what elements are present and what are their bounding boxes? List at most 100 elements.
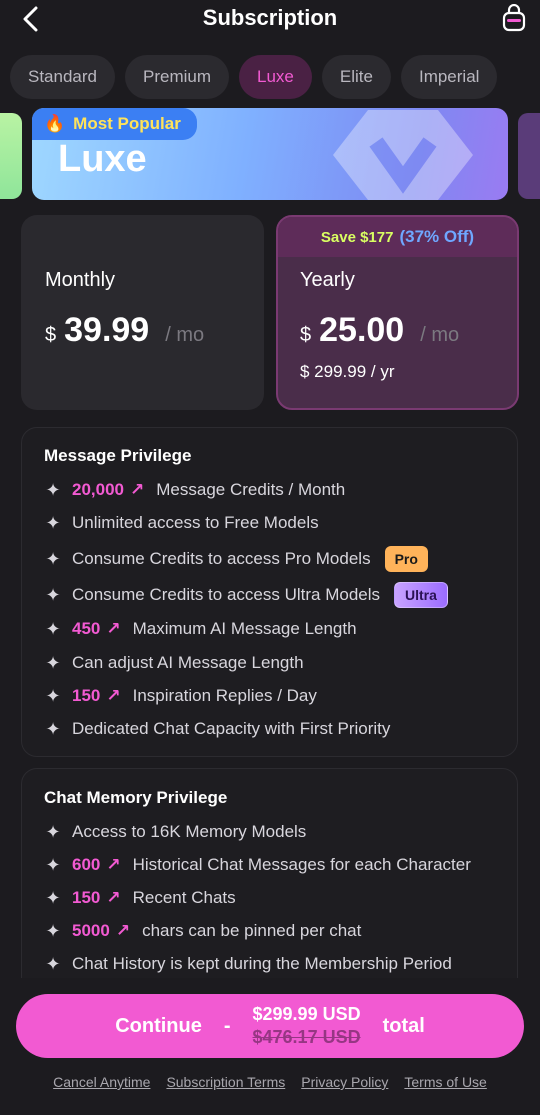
feature-text: Can adjust AI Message Length — [72, 653, 304, 672]
shopping-bag-button[interactable] — [500, 3, 528, 32]
message-privilege-section: Message Privilege ✦ 20,000 ↗ Message Cre… — [21, 427, 518, 757]
save-amount: Save $177 — [320, 228, 394, 246]
feature-text: Recent Chats — [132, 888, 236, 907]
feature-text: Inspiration Replies / Day — [132, 686, 317, 705]
continue-separator: - — [223, 1014, 231, 1037]
feature-item: ✦ Consume Credits to access Pro Models P… — [44, 546, 428, 572]
feature-item: ✦ 600 ↗ Historical Chat Messages for eac… — [44, 855, 471, 875]
trend-up-icon: ↗ — [130, 480, 145, 499]
most-popular-label: Most Popular — [73, 114, 181, 133]
feature-text: Historical Chat Messages for each Charac… — [132, 855, 471, 874]
header: Subscription — [0, 0, 540, 40]
feature-item: ✦ 450 ↗ Maximum AI Message Length — [44, 619, 357, 639]
page-title: Subscription — [202, 5, 338, 30]
feature-item: ✦ Dedicated Chat Capacity with First Pri… — [44, 719, 390, 739]
tab-luxe[interactable]: Luxe — [239, 55, 312, 99]
sparkle-icon: ✦ — [45, 513, 61, 533]
pro-badge: Pro — [384, 546, 428, 572]
feature-text: Maximum AI Message Length — [132, 619, 357, 638]
tab-elite[interactable]: Elite — [321, 55, 391, 99]
sparkle-icon: ✦ — [45, 719, 61, 739]
feature-highlight: 450 — [72, 619, 101, 638]
total-price: $299.99 USD — [252, 1004, 361, 1024]
feature-highlight: 20,000 — [72, 480, 124, 499]
sparkle-icon: ✦ — [45, 686, 61, 706]
feature-text: chars can be pinned per chat — [142, 921, 362, 940]
original-price: $476.17 USD — [252, 1027, 361, 1047]
previous-tier-banner[interactable] — [0, 113, 22, 199]
feature-text: Access to 16K Memory Models — [72, 822, 307, 841]
tab-standard[interactable]: Standard — [10, 55, 115, 99]
next-tier-banner[interactable] — [518, 113, 540, 199]
ultra-badge: Ultra — [394, 582, 448, 608]
per-month: / mo — [165, 324, 205, 346]
sparkle-icon: ✦ — [45, 619, 61, 639]
tier-name: Luxe — [58, 138, 147, 180]
plan-tabs: Standard Premium Luxe Elite Imperial — [10, 55, 540, 99]
feature-text: Chat History is kept during the Membersh… — [72, 954, 452, 973]
feature-item: ✦ Can adjust AI Message Length — [44, 653, 304, 673]
privacy-policy-link[interactable]: Privacy Policy — [301, 1074, 388, 1090]
feature-item: ✦ 150 ↗ Recent Chats — [44, 888, 236, 908]
save-percent: (37% Off) — [399, 227, 475, 246]
subscription-terms-link[interactable]: Subscription Terms — [166, 1074, 285, 1090]
yearly-label: Yearly — [300, 269, 355, 291]
sparkle-icon: ✦ — [45, 653, 61, 673]
continue-button[interactable]: Continue - $299.99 USD $476.17 USD total — [16, 994, 524, 1058]
feature-highlight: 150 — [72, 888, 101, 907]
yearly-price: $ 25.00 / mo — [300, 311, 459, 350]
feature-highlight: 600 — [72, 855, 101, 874]
section-title: Chat Memory Privilege — [44, 788, 228, 807]
save-badge: Save $177 (37% Off) — [278, 217, 517, 257]
per-month: / mo — [420, 324, 460, 346]
sparkle-icon: ✦ — [45, 954, 61, 974]
monthly-price: $ 39.99 / mo — [45, 311, 204, 350]
fire-icon: 🔥 — [44, 114, 66, 133]
feature-item: ✦ 5000 ↗ chars can be pinned per chat — [44, 921, 361, 941]
feature-text: Consume Credits to access Ultra Models — [72, 585, 381, 604]
most-popular-tag: 🔥 Most Popular — [32, 108, 197, 140]
sparkle-icon: ✦ — [45, 480, 61, 500]
feature-item: ✦ Access to 16K Memory Models — [44, 822, 306, 842]
sparkle-icon: ✦ — [45, 888, 61, 908]
tab-imperial[interactable]: Imperial — [400, 55, 498, 99]
trend-up-icon: ↗ — [106, 686, 121, 705]
continue-suffix: total — [382, 1014, 425, 1037]
yearly-amount: 25.00 — [319, 311, 405, 349]
feature-item: ✦ Unlimited access to Free Models — [44, 513, 319, 533]
cancel-anytime-link[interactable]: Cancel Anytime — [53, 1074, 150, 1090]
feature-text: Consume Credits to access Pro Models — [72, 549, 371, 568]
feature-item: ✦ Consume Credits to access Ultra Models… — [44, 582, 448, 608]
currency-symbol: $ — [300, 324, 312, 346]
terms-of-use-link[interactable]: Terms of Use — [404, 1074, 486, 1090]
sparkle-icon: ✦ — [45, 549, 61, 569]
chat-memory-privilege-section: Chat Memory Privilege ✦ Access to 16K Me… — [21, 768, 518, 998]
trend-up-icon: ↗ — [106, 855, 121, 874]
footer-links: Cancel Anytime Subscription Terms Privac… — [0, 1074, 540, 1090]
monthly-amount: 39.99 — [64, 311, 150, 349]
feature-highlight: 5000 — [72, 921, 110, 940]
feature-highlight: 150 — [72, 686, 101, 705]
yearly-plan-card[interactable]: Save $177 (37% Off) Yearly $ 25.00 / mo … — [276, 215, 519, 410]
trend-up-icon: ↗ — [106, 619, 121, 638]
continue-label: Continue — [115, 1014, 202, 1037]
feature-text: Unlimited access to Free Models — [72, 513, 319, 532]
tab-premium[interactable]: Premium — [125, 55, 230, 99]
feature-text: Dedicated Chat Capacity with First Prior… — [72, 719, 391, 738]
sparkle-icon: ✦ — [45, 855, 61, 875]
feature-item: ✦ 20,000 ↗ Message Credits / Month — [44, 480, 345, 500]
monthly-plan-card[interactable]: Monthly $ 39.99 / mo — [21, 215, 264, 410]
trend-up-icon: ↗ — [106, 888, 121, 907]
sparkle-icon: ✦ — [45, 921, 61, 941]
yearly-total: $ 299.99 / yr — [300, 362, 395, 381]
continue-prices: $299.99 USD $476.17 USD — [253, 1003, 361, 1049]
sparkle-icon: ✦ — [45, 822, 61, 842]
trend-up-icon: ↗ — [115, 921, 131, 940]
section-title: Message Privilege — [44, 446, 192, 465]
feature-text: Message Credits / Month — [156, 480, 346, 499]
currency-symbol: $ — [45, 324, 57, 346]
feature-item: ✦ 150 ↗ Inspiration Replies / Day — [44, 686, 317, 706]
diamond-logo-icon — [333, 110, 473, 200]
monthly-label: Monthly — [45, 269, 116, 291]
shopping-bag-icon — [502, 3, 526, 32]
